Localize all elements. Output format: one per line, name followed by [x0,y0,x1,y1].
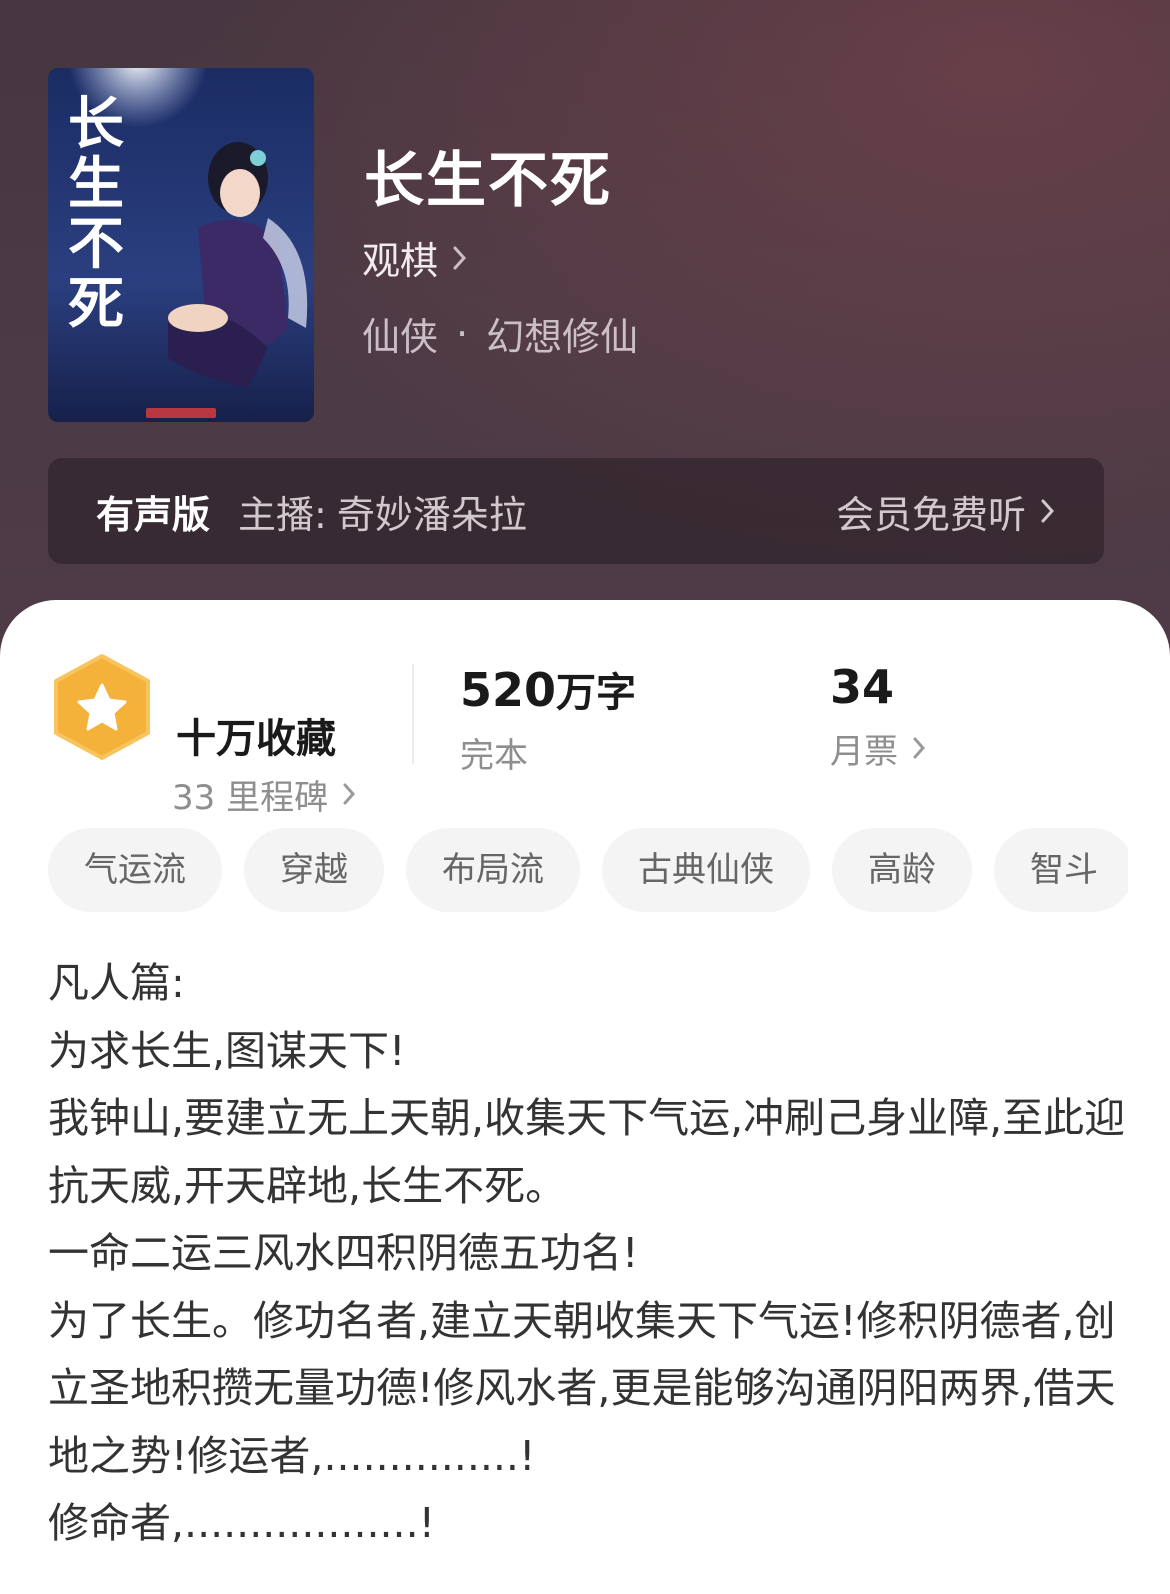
author-name: 观棋 [362,239,439,283]
author-link[interactable]: 观棋 [362,230,468,285]
cover-title-char-4: 死 [68,271,124,337]
description-line: 修命者,..................! [48,1499,436,1547]
word-count-stat: 520万字 完本 [460,660,636,777]
word-count-unit: 万字 [556,670,637,716]
description-line: 我钟山,要建立无上天朝,收集天下气运,冲刷己身业障,至此迎抗天威,开天辟地,长生… [48,1094,1126,1210]
tag-chip[interactable]: 古典仙侠 [602,828,810,912]
tag-chip[interactable]: 高龄 [832,828,972,912]
description-line: 为了长生。修功名者,建立天朝收集天下气运!修积阴德者,创立圣地积攒无量功德!修风… [48,1296,1116,1480]
tag-list: 气运流 穿越 布局流 古典仙侠 高龄 智斗 [48,828,1128,914]
cover-art: 长 生 不 死 [48,68,314,422]
audio-version-bar[interactable]: 有声版 主播: 奇妙潘朵拉 会员免费听 [48,458,1104,564]
chevron-right-icon [1040,489,1056,533]
tag-chip[interactable]: 穿越 [244,828,384,912]
cover-title-char-1: 长 [68,91,124,157]
description-line: 为求长生,图谋天下! [48,1026,406,1075]
audio-action-label: 会员免费听 [835,492,1026,537]
book-description[interactable]: 凡人篇: 为求长生,图谋天下! 我钟山,要建立无上天朝,收集天下气运,冲刷己身业… [48,950,1128,1558]
chevron-right-icon [452,236,468,280]
monthly-votes-stat[interactable]: 34 月票 [830,660,926,773]
book-header: 长 生 不 死 长生不死 观棋 仙侠 · 幻想修仙 有声版 主播: 奇妙潘朵拉 会… [0,0,1170,660]
milestone-text: 33 里程碑 [172,778,329,818]
chevron-right-icon [342,775,356,815]
book-cover-image[interactable]: 长 生 不 死 [48,68,314,422]
chevron-right-icon [912,729,926,769]
audio-host: 主播: 奇妙潘朵拉 [238,484,527,539]
stat-divider [412,664,414,764]
genre-separator: · [456,311,469,356]
audio-host-name: 奇妙潘朵拉 [336,492,527,537]
audio-label: 有声版 [96,492,211,537]
word-count-number: 520 [460,663,557,717]
star-badge-icon [52,652,152,766]
milestone-link[interactable]: 33 里程碑 [172,770,356,819]
collection-title: 十万收藏 [176,716,336,762]
tag-chip[interactable]: 气运流 [48,828,222,912]
book-title: 长生不死 [364,146,612,216]
genre-row: 仙侠 · 幻想修仙 [362,306,638,361]
book-detail-card: 十万收藏 33 里程碑 520万字 完本 34 月票 气运流 穿越 布局流 古典仙侠高… [0,600,1170,1594]
monthly-votes-label: 月票 [830,732,898,772]
description-line: 一命二运三风水四积阴德五功名! [48,1229,639,1277]
description-line: 凡人篇: [48,959,185,1007]
completion-status: 完本 [460,736,528,776]
genre-sub[interactable]: 幻想修仙 [486,306,638,361]
collection-stat[interactable]: 十万收藏 33 里程碑 [52,652,412,818]
cover-title-char-2: 生 [68,151,124,217]
genre-main[interactable]: 仙侠 [362,306,438,361]
audio-host-prefix: 主播: [238,492,327,537]
tag-chip[interactable]: 布局流 [406,828,580,912]
tag-chip[interactable]: 智斗 [994,828,1128,912]
audio-listen-button[interactable]: 会员免费听 [836,484,1056,539]
cover-title-char-3: 不 [68,211,124,277]
monthly-votes-number: 34 [830,660,895,714]
